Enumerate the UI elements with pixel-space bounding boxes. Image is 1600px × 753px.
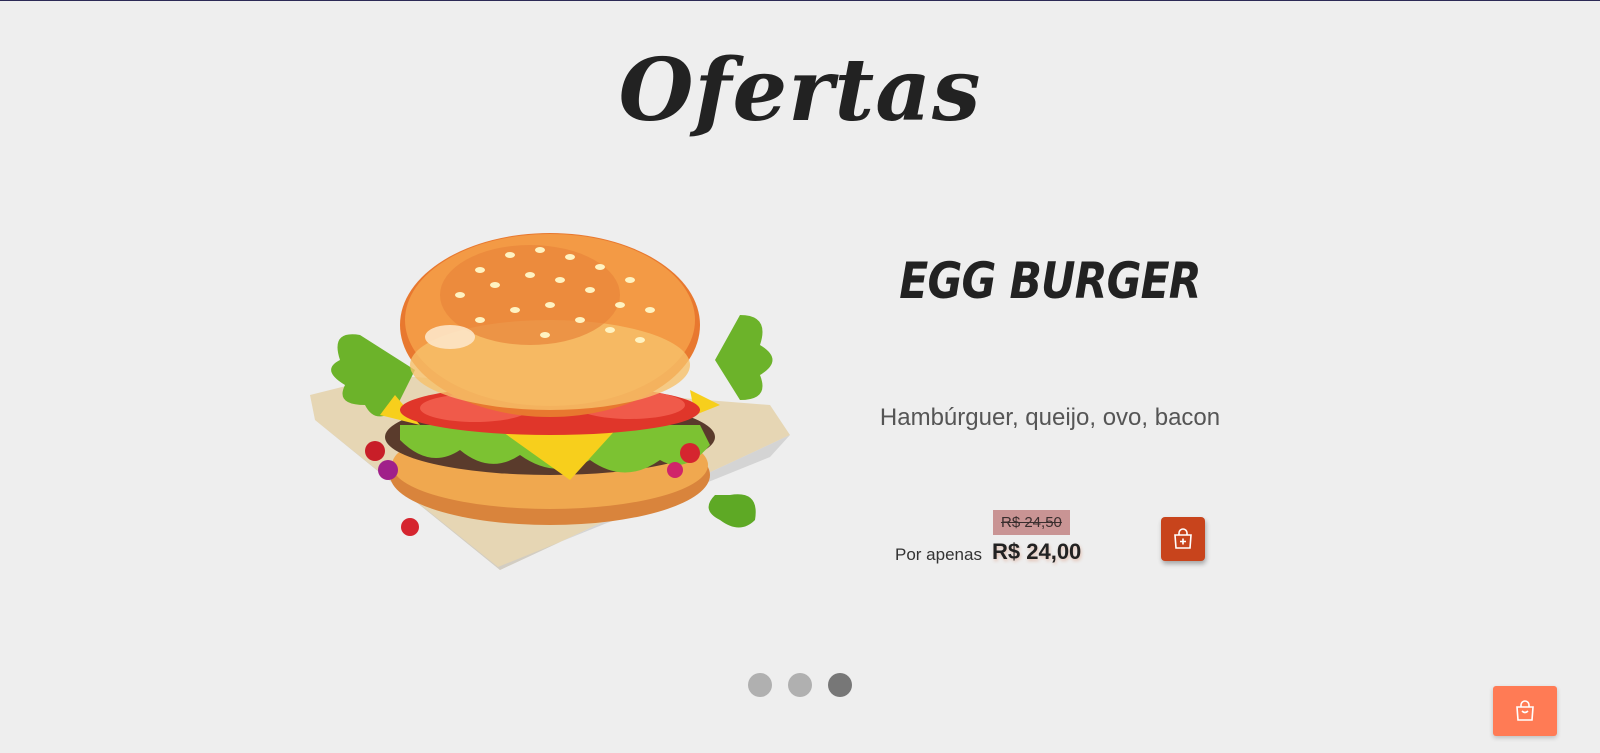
egg-burger-image [300, 225, 800, 595]
cart-button[interactable] [1493, 686, 1557, 736]
old-price: R$ 24,50 [993, 510, 1070, 535]
carousel-dot-1[interactable] [748, 673, 772, 697]
carousel-dots [748, 673, 852, 697]
product-name: EGG BURGER [899, 252, 1201, 310]
add-to-cart-button[interactable] [1161, 517, 1205, 561]
current-price: R$ 24,00 [992, 539, 1082, 564]
carousel-dot-3[interactable] [828, 673, 852, 697]
price-prefix: Por apenas [895, 545, 982, 564]
carousel-dot-2[interactable] [788, 673, 812, 697]
shopping-bag-icon [1516, 700, 1534, 721]
top-border [0, 0, 1600, 1]
product-description: Hambúrguer, queijo, ovo, bacon [879, 404, 1221, 431]
shopping-bag-plus-icon [1174, 528, 1192, 549]
page-title: Ofertas [618, 40, 982, 141]
